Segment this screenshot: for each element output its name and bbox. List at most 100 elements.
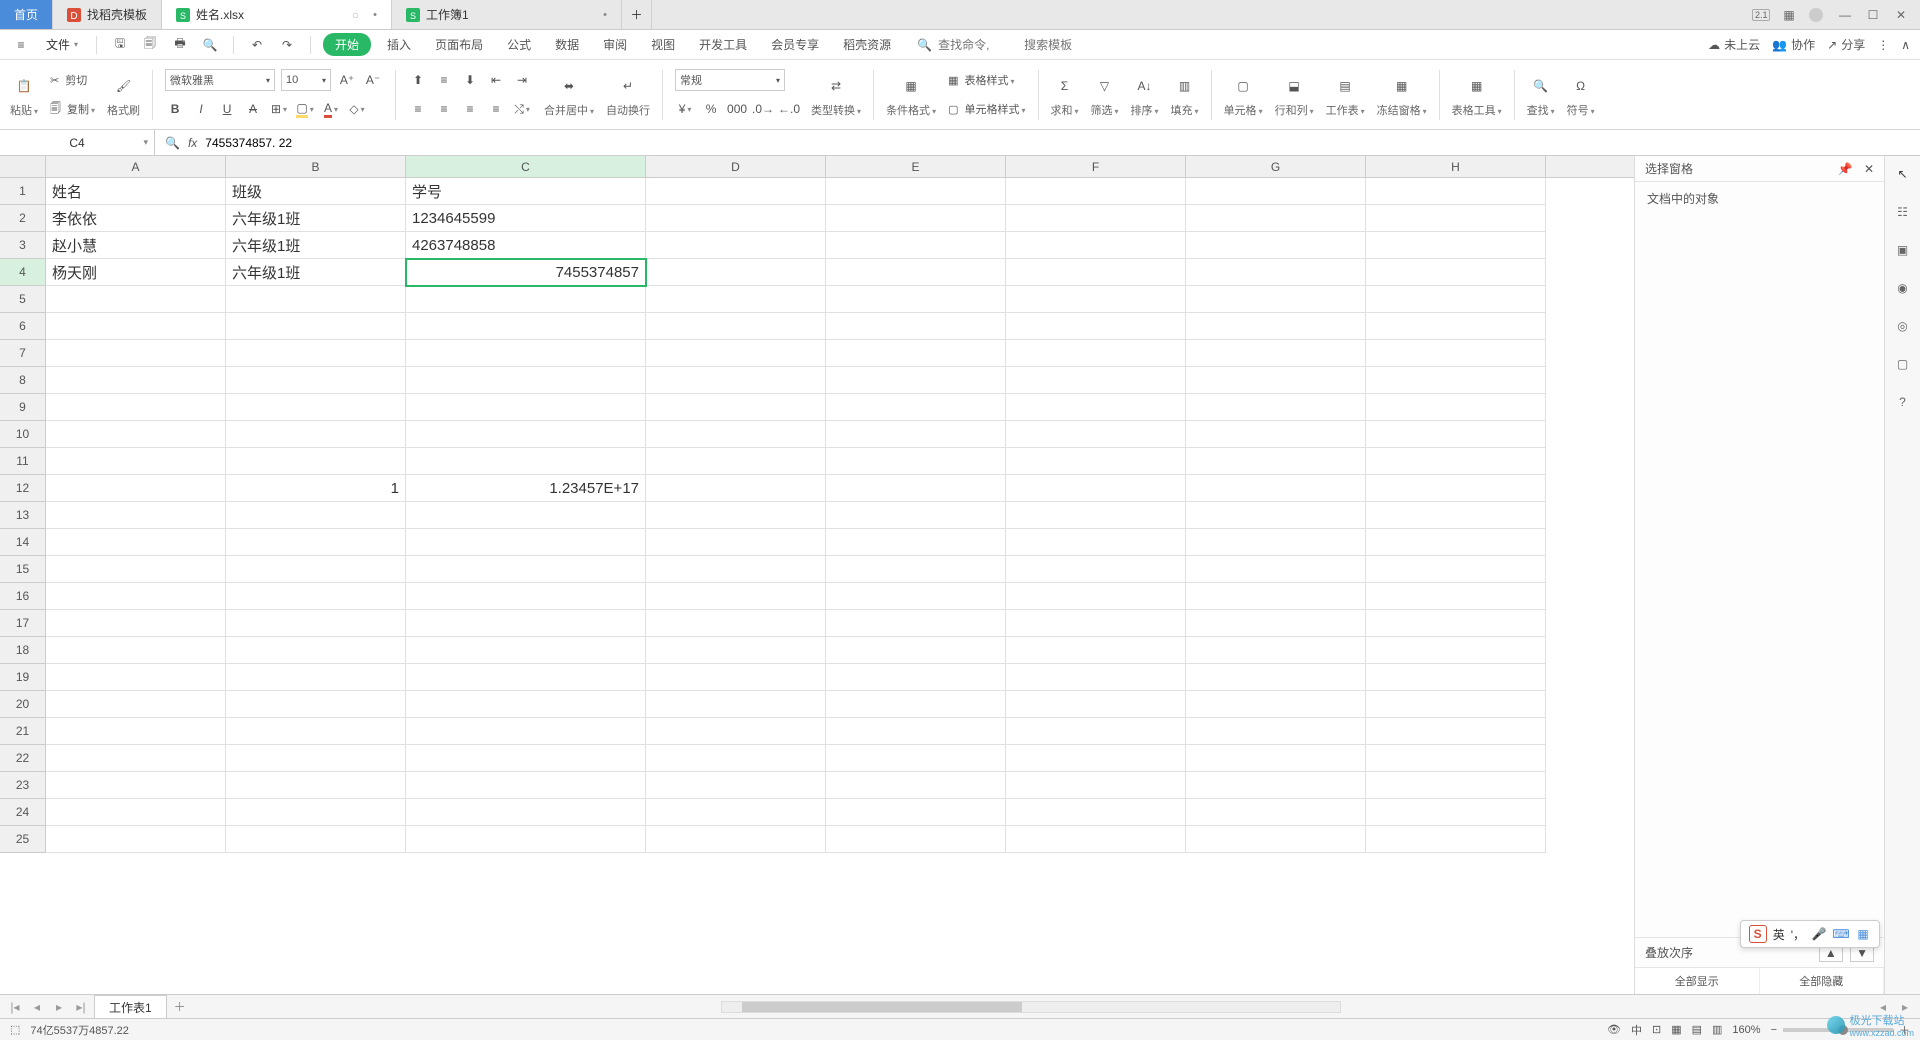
cell-F1[interactable] (1006, 178, 1186, 205)
merge-group[interactable]: ⬌合并居中 (544, 72, 594, 118)
status-grid-icon[interactable]: ⊡ (1652, 1023, 1661, 1036)
clear-format-button[interactable]: ◇ (347, 99, 367, 119)
align-center-icon[interactable]: ≡ (434, 99, 454, 119)
cell-H4[interactable] (1366, 259, 1546, 286)
cell-G20[interactable] (1186, 691, 1366, 718)
cell-G22[interactable] (1186, 745, 1366, 772)
row-header-8[interactable]: 8 (0, 367, 46, 394)
cell-C3[interactable]: 4263748858 (406, 232, 646, 259)
row-header-19[interactable]: 19 (0, 664, 46, 691)
cell-G7[interactable] (1186, 340, 1366, 367)
pane-pin-icon[interactable]: 📌 (1838, 162, 1853, 176)
cell-A12[interactable] (46, 475, 226, 502)
cell-A23[interactable] (46, 772, 226, 799)
row-header-17[interactable]: 17 (0, 610, 46, 637)
cell-C6[interactable] (406, 313, 646, 340)
rs-icon-2[interactable]: ☷ (1893, 202, 1913, 222)
hide-all-button[interactable]: 全部隐藏 (1760, 968, 1885, 994)
cell-A22[interactable] (46, 745, 226, 772)
cell-H11[interactable] (1366, 448, 1546, 475)
cell-F2[interactable] (1006, 205, 1186, 232)
cloud-status[interactable]: ☁未上云 (1708, 36, 1760, 53)
cell-H16[interactable] (1366, 583, 1546, 610)
status-lang-icon[interactable]: 中 (1631, 1022, 1642, 1038)
size-select[interactable]: 10▾ (281, 69, 331, 91)
cell-B2[interactable]: 六年级1班 (226, 205, 406, 232)
cell-F18[interactable] (1006, 637, 1186, 664)
cell-B4[interactable]: 六年级1班 (226, 259, 406, 286)
cell-H14[interactable] (1366, 529, 1546, 556)
cell-E5[interactable] (826, 286, 1006, 313)
cell-G5[interactable] (1186, 286, 1366, 313)
cell-G12[interactable] (1186, 475, 1366, 502)
cell-D18[interactable] (646, 637, 826, 664)
cell-D11[interactable] (646, 448, 826, 475)
cell-C17[interactable] (406, 610, 646, 637)
cell-D2[interactable] (646, 205, 826, 232)
cell-E20[interactable] (826, 691, 1006, 718)
cell-B25[interactable] (226, 826, 406, 853)
cell-G23[interactable] (1186, 772, 1366, 799)
cursor-icon[interactable]: ↖ (1893, 164, 1913, 184)
cell-H24[interactable] (1366, 799, 1546, 826)
row-header-21[interactable]: 21 (0, 718, 46, 745)
tab-add[interactable]: ＋ (622, 0, 652, 29)
cell-E25[interactable] (826, 826, 1006, 853)
cell-A21[interactable] (46, 718, 226, 745)
cell-G2[interactable] (1186, 205, 1366, 232)
cell-G14[interactable] (1186, 529, 1366, 556)
font-color-button[interactable]: A (321, 99, 341, 119)
sheet-group[interactable]: ▤工作表 (1326, 72, 1365, 118)
sheet-prev-icon[interactable]: ◂ (28, 1000, 46, 1014)
sheet-add-icon[interactable]: ＋ (171, 998, 189, 1015)
row-header-9[interactable]: 9 (0, 394, 46, 421)
col-header-C[interactable]: C (406, 156, 646, 177)
filter-group[interactable]: ▽筛选 (1091, 72, 1119, 118)
dec-inc-icon[interactable]: .0→ (753, 99, 773, 119)
cell-G21[interactable] (1186, 718, 1366, 745)
cell-F10[interactable] (1006, 421, 1186, 448)
cell-F17[interactable] (1006, 610, 1186, 637)
cell-A4[interactable]: 杨天刚 (46, 259, 226, 286)
align-left-icon[interactable]: ≡ (408, 99, 428, 119)
cell-A16[interactable] (46, 583, 226, 610)
cell-H9[interactable] (1366, 394, 1546, 421)
cell-C24[interactable] (406, 799, 646, 826)
cell-E8[interactable] (826, 367, 1006, 394)
cell-B5[interactable] (226, 286, 406, 313)
cell-G13[interactable] (1186, 502, 1366, 529)
cell-D5[interactable] (646, 286, 826, 313)
file-menu[interactable]: 文件▾ (40, 34, 84, 55)
cell-C19[interactable] (406, 664, 646, 691)
cell-E22[interactable] (826, 745, 1006, 772)
cell-F23[interactable] (1006, 772, 1186, 799)
save-icon[interactable]: 🖫 (109, 34, 131, 56)
cell-A10[interactable] (46, 421, 226, 448)
status-eye-icon[interactable]: 👁 (1607, 1023, 1621, 1036)
fill-color-button[interactable]: ▢ (295, 99, 315, 119)
row-header-16[interactable]: 16 (0, 583, 46, 610)
cell-G17[interactable] (1186, 610, 1366, 637)
row-header-5[interactable]: 5 (0, 286, 46, 313)
cell-C7[interactable] (406, 340, 646, 367)
sheet-last-icon[interactable]: ▸| (72, 1000, 90, 1014)
sheet-tab-1[interactable]: 工作表1 (94, 995, 167, 1019)
cell-E7[interactable] (826, 340, 1006, 367)
cell-E15[interactable] (826, 556, 1006, 583)
cell-F21[interactable] (1006, 718, 1186, 745)
cell-A15[interactable] (46, 556, 226, 583)
window-maximize[interactable]: ☐ (1864, 8, 1882, 22)
cell-H15[interactable] (1366, 556, 1546, 583)
cell-H5[interactable] (1366, 286, 1546, 313)
cell-F4[interactable] (1006, 259, 1186, 286)
cell-E19[interactable] (826, 664, 1006, 691)
tab-docer-tpl[interactable]: D 找稻壳模板 (53, 0, 162, 29)
row-header-6[interactable]: 6 (0, 313, 46, 340)
cell-E24[interactable] (826, 799, 1006, 826)
row-header-11[interactable]: 11 (0, 448, 46, 475)
row-header-7[interactable]: 7 (0, 340, 46, 367)
rs-icon-5[interactable]: ◎ (1893, 316, 1913, 336)
menu-review[interactable]: 审阅 (595, 32, 635, 57)
cell-C11[interactable] (406, 448, 646, 475)
cell-C21[interactable] (406, 718, 646, 745)
